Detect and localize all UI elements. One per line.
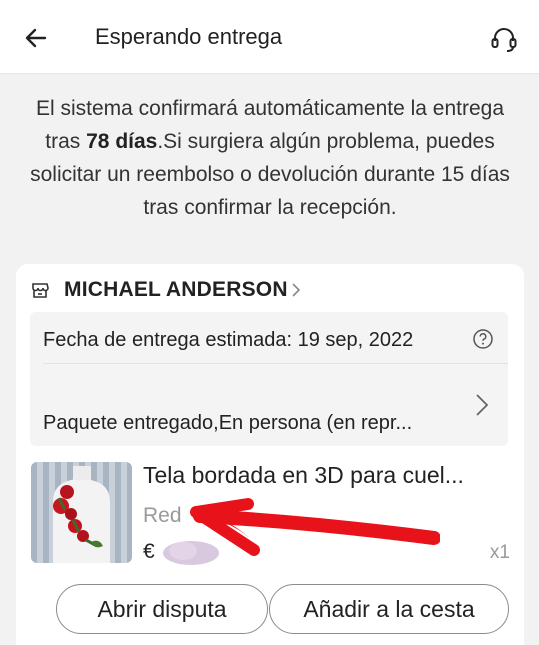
order-card: MICHAEL ANDERSON Fecha de entrega estima… — [16, 264, 524, 645]
chevron-right-icon — [476, 394, 489, 416]
product-image[interactable] — [31, 462, 132, 563]
auto-confirm-notice: El sistema confirmará automáticamente la… — [30, 92, 510, 224]
top-bar: Esperando entrega — [0, 0, 539, 74]
store-link[interactable]: MICHAEL ANDERSON — [30, 276, 302, 304]
quantity: x1 — [489, 542, 510, 563]
redacted-price — [163, 541, 219, 565]
add-to-cart-button[interactable]: Añadir a la cesta — [269, 584, 509, 634]
question-icon[interactable] — [472, 328, 494, 350]
delivery-info[interactable]: Fecha de entrega estimada: 19 sep, 2022 … — [30, 312, 508, 446]
package-status: Paquete entregado,En persona (en repr... — [43, 412, 413, 434]
estimated-delivery-date: Fecha de entrega estimada: 19 sep, 2022 — [43, 329, 414, 351]
product-variant: Red — [143, 504, 182, 527]
price-currency: € — [143, 540, 155, 563]
notice-days: 78 días — [86, 130, 158, 153]
back-button[interactable] — [20, 22, 52, 54]
back-arrow-icon — [25, 28, 47, 48]
headset-icon — [491, 28, 517, 52]
divider — [43, 363, 508, 364]
product-title[interactable]: Tela bordada en 3D para cuel... — [143, 462, 513, 489]
store-icon — [30, 280, 50, 300]
chevron-right-icon — [290, 280, 302, 300]
store-name: MICHAEL ANDERSON — [64, 278, 288, 301]
open-dispute-button[interactable]: Abrir disputa — [56, 584, 268, 634]
page-title: Esperando entrega — [95, 24, 283, 49]
support-button[interactable] — [487, 22, 521, 56]
